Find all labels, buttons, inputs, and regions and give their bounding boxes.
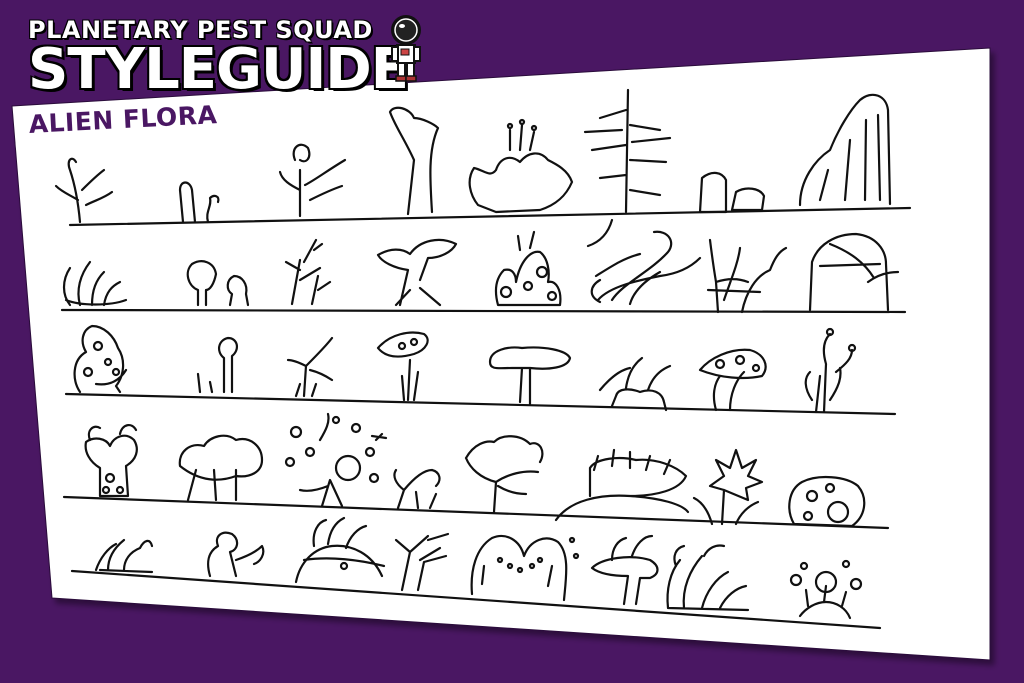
header-title: STYLEGUIDE (28, 37, 409, 102)
astronaut-mascot-icon (391, 15, 421, 82)
